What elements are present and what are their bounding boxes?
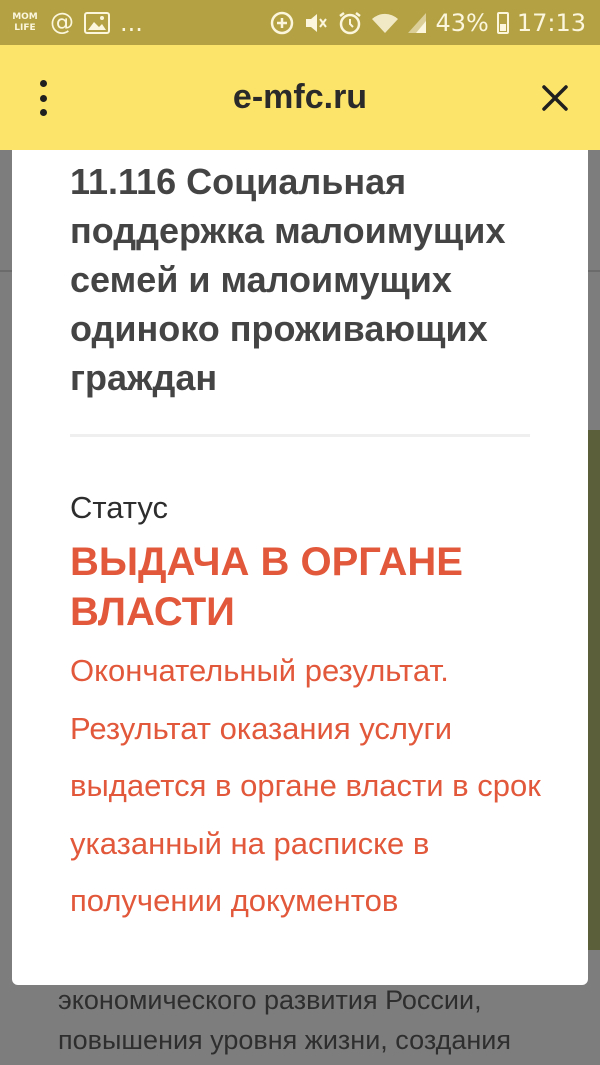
status-modal: 11.116 Социальная поддержка малоимущих с… xyxy=(12,150,588,985)
status-label: Статус xyxy=(70,490,168,525)
alarm-icon xyxy=(339,11,362,34)
app-badge-line-2: LIFE xyxy=(14,22,36,33)
notification-icons: MOM LIFE @ ... xyxy=(10,0,143,45)
browser-toolbar: e-mfc.ru xyxy=(0,45,600,150)
service-title: 11.116 Социальная поддержка малоимущих с… xyxy=(70,161,506,398)
image-icon xyxy=(84,11,110,34)
data-saver-icon xyxy=(271,11,294,34)
app-badge-line-1: MOM xyxy=(12,11,38,22)
menu-dots-icon[interactable] xyxy=(36,80,50,116)
at-icon: @ xyxy=(50,8,74,36)
battery-icon xyxy=(496,11,509,34)
site-title: e-mfc.ru xyxy=(232,78,368,116)
modal-divider xyxy=(70,434,530,437)
system-icons: 43% 17:13 xyxy=(269,0,586,45)
background-text: экономического развития России, повышени… xyxy=(58,980,578,1060)
status-description: Окончательный результат. Результат оказа… xyxy=(70,653,541,918)
clock: 17:13 xyxy=(516,8,586,37)
status-bar: MOM LIFE @ ... 43% 17:13 xyxy=(0,0,600,45)
battery-percent: 43% xyxy=(435,8,489,37)
background-text-line: повышения уровня жизни, создания xyxy=(58,1025,511,1055)
mute-icon xyxy=(306,13,328,32)
more-notifications: ... xyxy=(120,8,143,37)
status-value: ВЫДАЧА В ОРГАНЕ ВЛАСТИ xyxy=(70,540,463,634)
background-text-line: экономического развития России, xyxy=(58,985,482,1015)
close-icon[interactable] xyxy=(540,83,570,113)
momlife-app-icon: MOM LIFE xyxy=(10,10,40,36)
wifi-icon xyxy=(372,13,399,33)
signal-icon xyxy=(408,12,427,33)
background-accent-strip xyxy=(588,430,600,950)
